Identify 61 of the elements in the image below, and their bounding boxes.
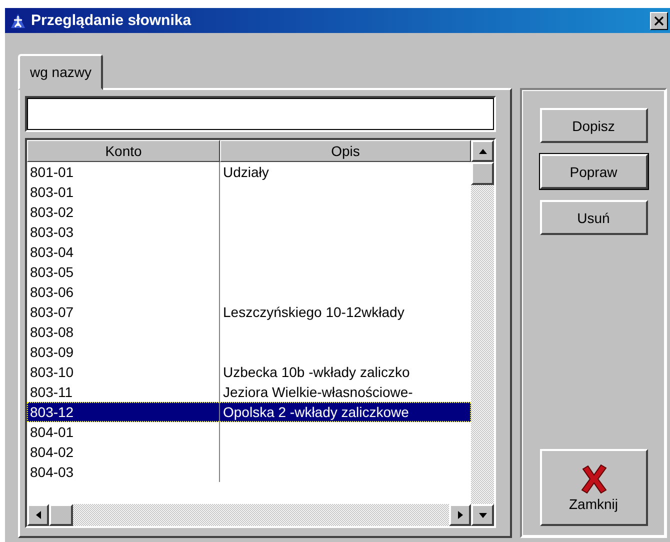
table-cell: 803-06 [30, 284, 74, 300]
vertical-scrollbar[interactable] [471, 140, 494, 526]
figure-icon [10, 12, 26, 28]
table-row[interactable]: 803-01 [27, 182, 471, 202]
table-cell: 803-11 [30, 384, 73, 400]
table-row[interactable]: 803-04 [27, 242, 471, 262]
table-cell: Jeziora Wielkie-własnościowe- [223, 384, 413, 400]
scroll-up-button[interactable] [471, 140, 494, 162]
table-cell: 803-04 [30, 244, 74, 260]
table-row[interactable]: 804-03 [27, 462, 471, 482]
down-arrow-icon [478, 512, 486, 518]
table-cell: 803-03 [30, 224, 74, 240]
table-row[interactable]: 803-06 [27, 282, 471, 302]
scrollbar-thumb[interactable] [471, 162, 494, 185]
window-title: Przeglądanie słownika [31, 12, 192, 29]
table-row[interactable]: 803-08 [27, 322, 471, 342]
input-field[interactable] [25, 96, 496, 132]
table-row[interactable]: 801-01 Udziały [27, 162, 471, 182]
left-arrow-icon [36, 511, 40, 519]
action-button[interactable]: Usuń [540, 200, 648, 235]
table-cell: Leszczyńskiego 10-12wkłady [223, 304, 404, 320]
scroll-left-button[interactable] [27, 504, 49, 526]
table-cell: 803-01 [30, 184, 74, 200]
scroll-right-button[interactable] [449, 504, 471, 526]
table-row[interactable]: 803-03 [27, 222, 471, 242]
action-button[interactable]: Popraw [540, 154, 648, 189]
table-row[interactable]: 803-09 [27, 342, 471, 362]
up-arrow-icon [478, 148, 486, 154]
table-row[interactable]: 804-02 [27, 442, 471, 462]
tab[interactable]: wg nazwy [18, 54, 104, 90]
scrollbar-thumb[interactable] [49, 504, 73, 526]
column-header[interactable]: Opis [220, 140, 471, 162]
right-arrow-icon [458, 511, 462, 519]
table-row[interactable]: 804-01 [27, 422, 471, 442]
table-cell: 801-01 [30, 164, 74, 180]
table-cell: 804-03 [30, 464, 74, 480]
table-cell: Opolska 2 -wkłady zaliczkowe [223, 404, 409, 420]
scroll-down-button[interactable] [471, 504, 494, 526]
action-button[interactable]: Dopisz [540, 108, 648, 143]
table-row[interactable]: 803-10 Uzbecka 10b -wkłady zaliczko [27, 362, 471, 382]
table-cell: 803-08 [30, 324, 74, 340]
table-cell: 803-10 [30, 364, 74, 380]
table-row[interactable]: 803-02 [27, 202, 471, 222]
table-row[interactable]: 803-05 [27, 262, 471, 282]
table-cell: 804-02 [30, 444, 74, 460]
close-button[interactable] [650, 12, 668, 30]
close-button[interactable]: Zamknij [540, 449, 648, 526]
table-cell: 803-05 [30, 264, 74, 280]
close-icon [654, 16, 664, 26]
table-cell: Uzbecka 10b -wkłady zaliczko [223, 364, 410, 380]
table-row[interactable]: 803-07 Leszczyńskiego 10-12wkłady [27, 302, 471, 322]
table-cell: 803-12 [30, 404, 74, 420]
table-cell: 803-07 [30, 304, 74, 320]
table-cell: 803-02 [30, 204, 74, 220]
table-cell: 804-01 [30, 424, 74, 440]
horizontal-scrollbar[interactable] [27, 504, 471, 526]
table-cell: Udziały [223, 164, 269, 180]
x-icon [578, 464, 608, 494]
column-header[interactable]: Konto [27, 140, 220, 162]
table-row[interactable]: 803-12 Opolska 2 -wkłady zaliczkowe [27, 402, 471, 422]
table-cell: 803-09 [30, 344, 74, 360]
